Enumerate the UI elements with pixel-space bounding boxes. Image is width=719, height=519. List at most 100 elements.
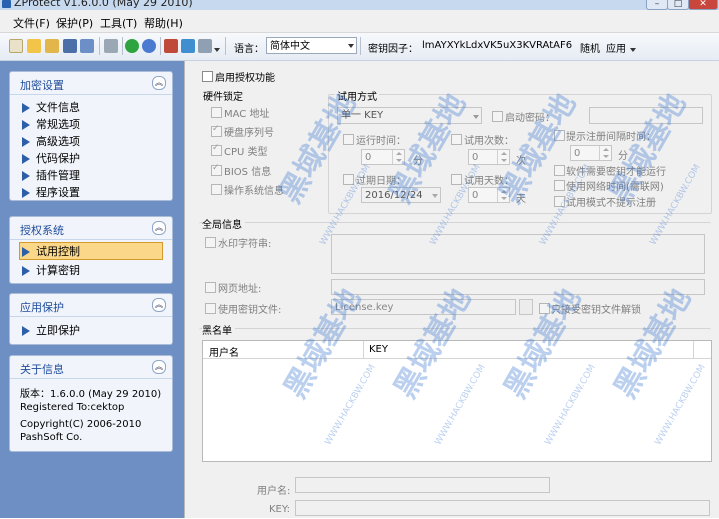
need-key-label: 软件需要密钥才能运行 [566, 167, 666, 178]
collapse-icon[interactable]: ︽ [152, 76, 166, 90]
menu-tools[interactable]: 工具(T) [100, 15, 137, 31]
sidebar-item-code-protect[interactable]: 代码保护 [22, 150, 80, 166]
sidebar-item-plugin-manager[interactable]: 插件管理 [22, 167, 80, 183]
minimize-button[interactable]: – [646, 0, 668, 10]
company-text: PashSoft Co. [20, 432, 83, 443]
key-factor-value[interactable]: lmAYXYkLdxVK5uX3KVRAtAF6 [422, 40, 572, 51]
trial-days-checkbox[interactable] [451, 174, 462, 185]
about-header[interactable]: 关于信息 ︽ [10, 356, 172, 379]
watermark-checkbox[interactable] [205, 237, 216, 248]
sidebar-item-file-info[interactable]: 文件信息 [22, 99, 80, 115]
plugin-icon[interactable] [164, 39, 178, 53]
run-time-spinner[interactable]: 0 [361, 149, 405, 165]
enable-license-label: 启用授权功能 [215, 73, 275, 84]
no-prompt-checkbox[interactable] [554, 196, 565, 207]
blacklist-table[interactable]: 用户名 KEY [202, 340, 712, 462]
settings-icon[interactable] [198, 39, 212, 53]
bios-info-checkbox[interactable] [211, 163, 222, 176]
search-icon[interactable] [104, 39, 118, 53]
sidebar-item-trial-control[interactable]: 试用控制 [19, 242, 163, 260]
spinner-arrows-icon[interactable] [497, 188, 509, 202]
sidebar-item-general-options[interactable]: 常规选项 [22, 116, 80, 132]
only-accept-label: 只接受密钥文件解锁 [551, 305, 641, 316]
toolbar-overflow-icon[interactable] [214, 39, 220, 53]
trial-days-spinner[interactable]: 0 [468, 187, 510, 203]
expire-date-value: 2016/12/24 [365, 190, 423, 201]
hdd-serial-checkbox[interactable] [211, 124, 222, 137]
run-icon[interactable] [125, 39, 139, 53]
license-system-header[interactable]: 授权系统 ︽ [10, 217, 172, 240]
run-time-checkbox[interactable] [343, 134, 354, 145]
arrow-icon [22, 247, 30, 257]
menu-protect[interactable]: 保护(P) [56, 15, 93, 31]
language-value: 简体中文 [270, 41, 310, 52]
save-as-icon[interactable] [80, 39, 94, 53]
column-divider[interactable] [363, 341, 364, 358]
encrypt-settings-header[interactable]: 加密设置 ︽ [10, 72, 172, 95]
key-file-checkbox[interactable] [205, 303, 216, 314]
check-icon[interactable] [142, 39, 156, 53]
table-header: 用户名 KEY [203, 341, 711, 359]
sidebar-item-label: 高级选项 [36, 135, 80, 148]
need-key-checkbox[interactable] [554, 165, 565, 176]
registered-text: Registered To:cektop [20, 402, 125, 413]
enable-license-checkbox[interactable] [202, 71, 213, 82]
trial-count-spinner[interactable]: 0 [468, 149, 510, 165]
webpage-checkbox[interactable] [205, 282, 216, 293]
mac-address-checkbox[interactable] [211, 107, 222, 118]
toolbar-separator [225, 37, 226, 55]
open-folder-icon[interactable] [45, 39, 59, 53]
calendar-dropdown-icon[interactable] [432, 194, 438, 198]
reminder-interval-checkbox[interactable] [554, 130, 565, 141]
spinner-arrows-icon[interactable] [497, 150, 509, 164]
startup-password-input[interactable] [589, 107, 703, 124]
spinner-arrows-icon[interactable] [392, 150, 404, 164]
column-header-username[interactable]: 用户名 [209, 344, 239, 359]
collapse-icon[interactable]: ︽ [152, 221, 166, 235]
language-select[interactable]: 简体中文 [266, 37, 357, 54]
blacklist-title: 黑名单 [202, 322, 235, 337]
watermark-input[interactable] [331, 234, 705, 274]
os-info-checkbox[interactable] [211, 184, 222, 195]
sidebar-item-advanced-options[interactable]: 高级选项 [22, 133, 80, 149]
expire-date-checkbox[interactable] [343, 174, 354, 185]
reminder-interval-spinner[interactable]: 0 [570, 145, 612, 161]
maximize-button[interactable]: □ [667, 0, 689, 10]
sidebar-item-protect-now[interactable]: 立即保护 [22, 322, 80, 338]
toolbar-overflow-icon[interactable] [630, 39, 636, 53]
expire-date-picker[interactable]: 2016/12/24 [361, 187, 441, 203]
apply-button[interactable]: 应用 [606, 40, 626, 55]
use-net-time-checkbox[interactable] [554, 180, 565, 191]
collapse-icon[interactable]: ︽ [152, 360, 166, 374]
trial-mode-title: 试用方式 [335, 88, 379, 103]
open-icon[interactable] [27, 39, 41, 53]
column-divider[interactable] [693, 341, 694, 358]
key-label: KEY: [269, 504, 291, 515]
trial-count-checkbox[interactable] [451, 134, 462, 145]
browse-button[interactable] [519, 299, 533, 315]
run-time-unit: 分 [413, 156, 423, 167]
menu-file[interactable]: 文件(F) [13, 15, 50, 31]
new-icon[interactable] [9, 39, 23, 53]
column-header-key[interactable]: KEY [369, 344, 388, 355]
cpu-type-checkbox[interactable] [211, 143, 222, 156]
options-icon[interactable] [181, 39, 195, 53]
startup-password-checkbox[interactable] [492, 111, 503, 122]
username-input[interactable] [295, 477, 550, 493]
collapse-icon[interactable]: ︽ [152, 298, 166, 312]
sidebar-item-program-settings[interactable]: 程序设置 [22, 184, 80, 200]
close-button[interactable]: ✕ [688, 0, 718, 10]
random-button[interactable]: 随机 [580, 40, 600, 55]
menu-help[interactable]: 帮助(H) [144, 15, 183, 31]
app-protect-header[interactable]: 应用保护 ︽ [10, 294, 172, 317]
trial-days-label: 试用天数： [464, 176, 514, 187]
save-icon[interactable] [63, 39, 77, 53]
trial-mode-select[interactable]: 单一 KEY [337, 107, 482, 124]
key-input[interactable] [295, 500, 710, 516]
key-file-input[interactable]: License.key [331, 299, 516, 315]
title-bar: ZProtect v1.6.0.0 (May 29 2010) – □ ✕ [0, 0, 719, 10]
webpage-input[interactable] [331, 279, 705, 295]
only-accept-checkbox[interactable] [539, 303, 550, 314]
spinner-arrows-icon[interactable] [599, 146, 611, 160]
sidebar-item-compute-key[interactable]: 计算密钥 [22, 262, 80, 278]
